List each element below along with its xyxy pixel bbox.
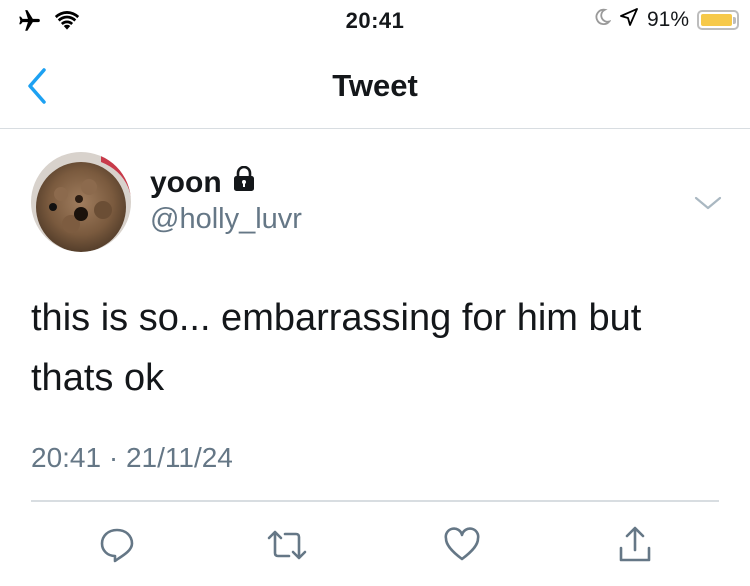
lock-icon <box>232 165 256 200</box>
divider <box>31 500 719 502</box>
location-icon <box>619 7 639 33</box>
like-button[interactable] <box>437 520 487 570</box>
share-button[interactable] <box>610 520 660 570</box>
tweet-text: this is so... embarrassing for him but t… <box>31 297 642 399</box>
user-name[interactable]: yoon <box>150 165 256 200</box>
reply-button[interactable] <box>92 520 142 570</box>
retweet-button[interactable] <box>262 520 312 570</box>
tweet-options-button[interactable] <box>693 193 723 213</box>
like-icon <box>444 527 480 561</box>
avatar[interactable] <box>31 152 131 252</box>
retweet-icon <box>267 530 307 560</box>
battery-body <box>697 10 739 30</box>
battery-fill <box>701 14 732 26</box>
status-bar: 20:41 91% <box>0 0 750 42</box>
page-title: Tweet <box>332 68 418 103</box>
moon-icon <box>593 7 612 33</box>
chevron-down-icon <box>694 196 722 210</box>
display-name: yoon <box>150 166 222 199</box>
user-handle[interactable]: @holly_luvr <box>150 203 302 236</box>
share-icon <box>619 526 651 562</box>
battery-icon <box>697 10 739 30</box>
battery-percent: 91% <box>646 8 689 31</box>
reply-icon <box>100 528 134 563</box>
nav-bar: Tweet <box>0 44 750 129</box>
status-right: 91% <box>593 7 739 33</box>
tweet-timestamp: 20:41 · 21/11/24 <box>31 442 233 473</box>
